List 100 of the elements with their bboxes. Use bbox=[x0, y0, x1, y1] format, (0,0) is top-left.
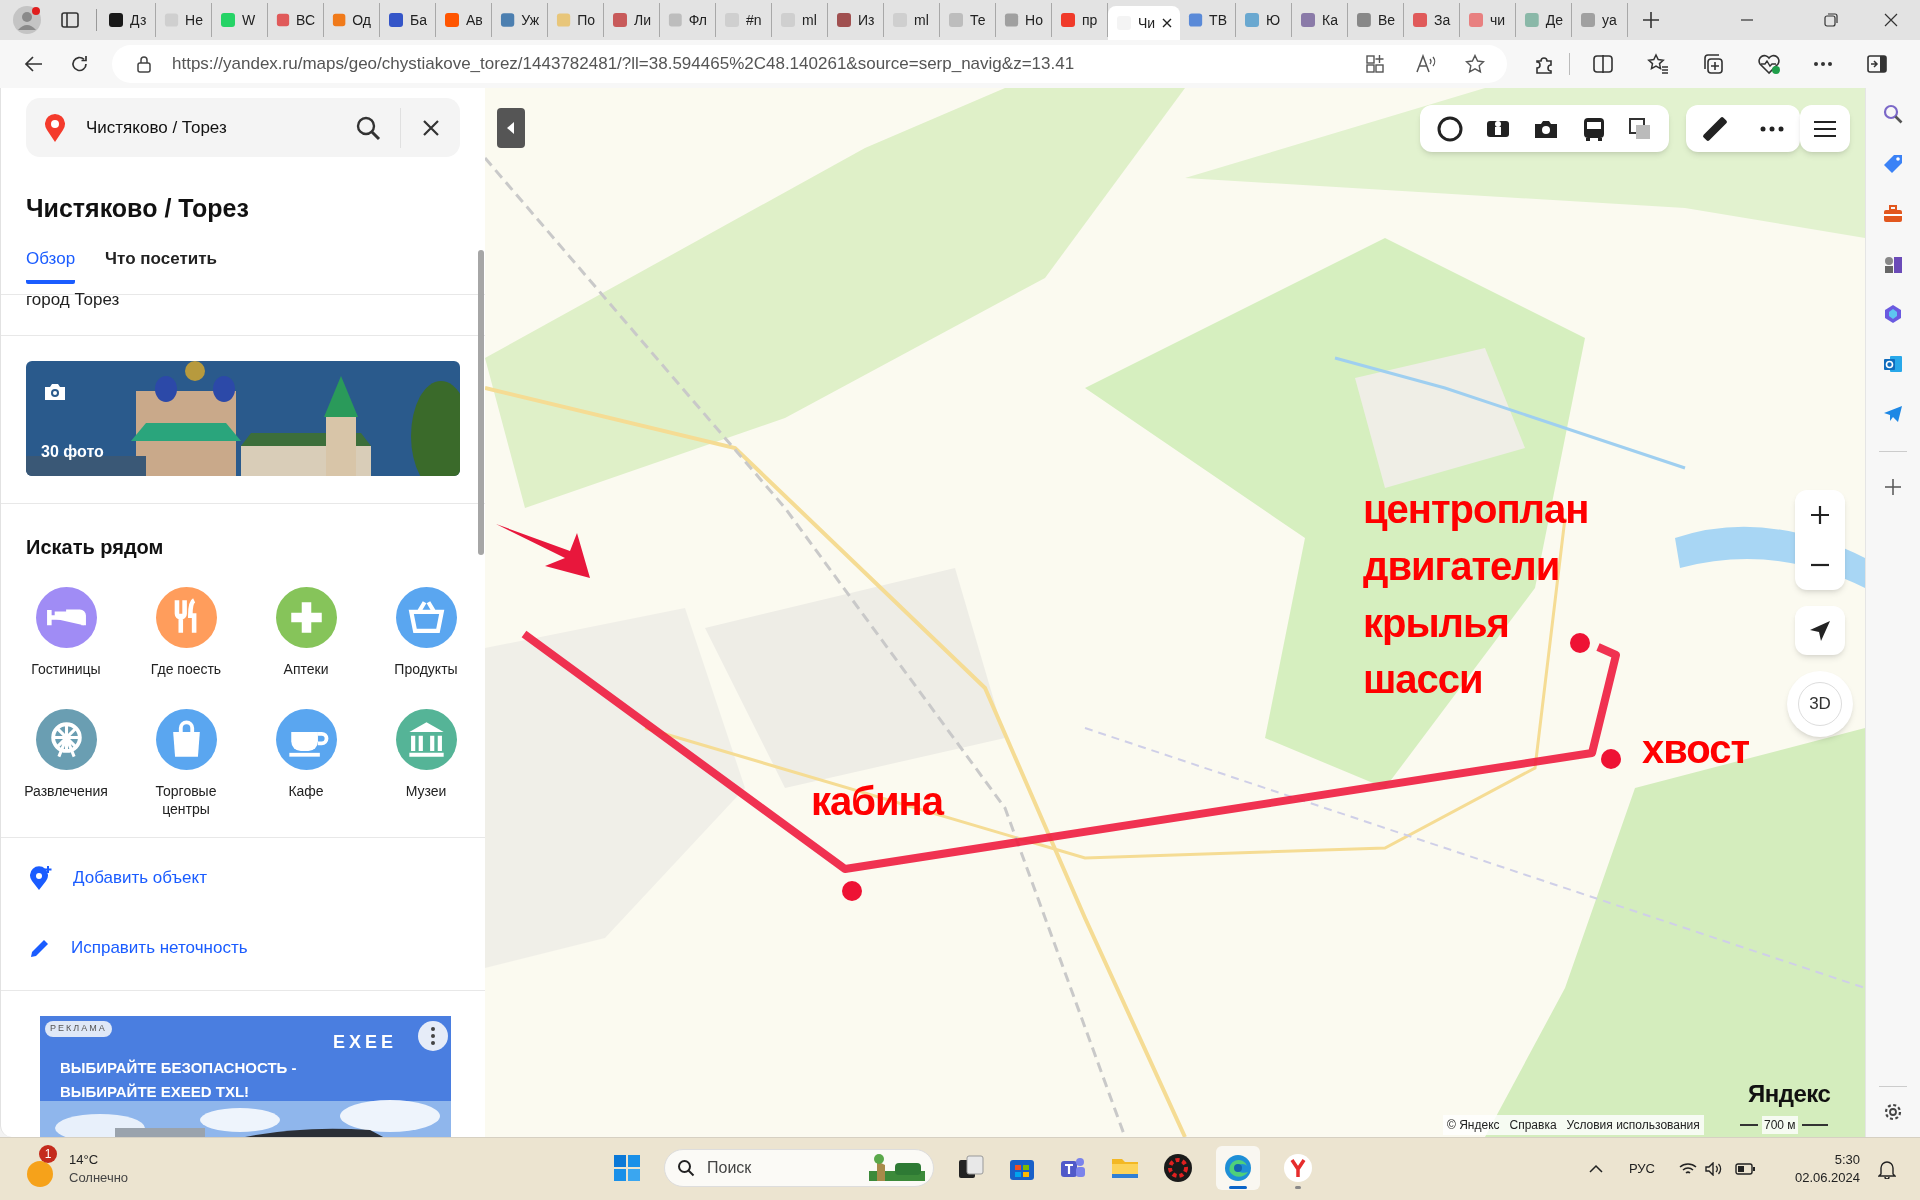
browser-tab[interactable]: Ка bbox=[1292, 3, 1348, 37]
ferris-wheel-icon[interactable] bbox=[35, 709, 97, 770]
favorites-icon[interactable] bbox=[1647, 53, 1669, 75]
panel-tab[interactable]: Обзор bbox=[26, 246, 76, 284]
circle-layer-icon[interactable] bbox=[1436, 114, 1465, 143]
layers-icon[interactable] bbox=[1626, 115, 1653, 142]
action-link[interactable]: Добавить объект bbox=[73, 865, 207, 891]
browser-tab[interactable]: За bbox=[1404, 3, 1460, 37]
browser-tab[interactable]: ml bbox=[772, 3, 828, 37]
sidebar-toggle-icon[interactable] bbox=[1867, 55, 1887, 73]
browser-tab[interactable]: Ли bbox=[604, 3, 660, 37]
close-tab-icon[interactable] bbox=[1162, 18, 1172, 28]
battery-icon[interactable] bbox=[1734, 1163, 1755, 1175]
add-icon[interactable] bbox=[1884, 478, 1902, 496]
clock[interactable]: 5:30 02.06.2024 bbox=[1794, 1151, 1860, 1187]
more-icon[interactable] bbox=[1813, 61, 1833, 67]
category-label[interactable]: Музеи bbox=[371, 782, 481, 800]
profile-avatar-icon[interactable] bbox=[13, 6, 41, 34]
browser-tab[interactable]: пр bbox=[1052, 3, 1108, 37]
search-field[interactable]: Чистяково / Торез bbox=[26, 98, 460, 157]
browser-tab[interactable]: ТВ bbox=[1180, 3, 1236, 37]
menu-button[interactable] bbox=[1800, 105, 1850, 152]
panel-tab[interactable]: Что посетить bbox=[105, 246, 217, 284]
basket-icon[interactable] bbox=[395, 587, 457, 648]
notifications-bell-icon[interactable] bbox=[1878, 1159, 1896, 1179]
tag-icon[interactable] bbox=[1882, 153, 1904, 175]
taskbar-search-field[interactable]: Поиск bbox=[664, 1149, 934, 1187]
collapse-panel-button[interactable] bbox=[497, 108, 525, 148]
new-tab-icon[interactable] bbox=[1642, 11, 1660, 29]
browser-tab[interactable]: Чи bbox=[1108, 6, 1180, 40]
category-label[interactable]: Гостиницы bbox=[11, 660, 121, 678]
browser-tab[interactable]: Ве bbox=[1348, 3, 1404, 37]
more-icon[interactable] bbox=[1760, 125, 1784, 132]
search-icon[interactable] bbox=[1882, 103, 1904, 125]
category-label[interactable]: Развлечения bbox=[11, 782, 121, 800]
tab-actions-icon[interactable] bbox=[60, 10, 80, 30]
category-label[interactable]: Аптеки bbox=[251, 660, 361, 678]
zoom-in-icon[interactable] bbox=[1810, 505, 1830, 525]
outlook-icon[interactable] bbox=[1882, 353, 1904, 375]
reload-icon[interactable] bbox=[70, 54, 90, 74]
footer-link[interactable]: Справка bbox=[1509, 1116, 1557, 1134]
category-label[interactable]: Продукты bbox=[371, 660, 481, 678]
browser-tab[interactable]: Те bbox=[940, 3, 996, 37]
browser-tab[interactable]: Ав bbox=[436, 3, 492, 37]
browser-tab[interactable]: #n bbox=[716, 3, 772, 37]
split-screen-icon[interactable] bbox=[1592, 54, 1614, 74]
read-aloud-icon[interactable] bbox=[1415, 54, 1437, 74]
browser-tab[interactable]: По bbox=[548, 3, 604, 37]
search-icon[interactable] bbox=[355, 114, 381, 141]
category-label[interactable]: Торговые центры bbox=[131, 782, 241, 818]
category-label[interactable]: Кафе bbox=[251, 782, 361, 800]
gear-app-icon[interactable] bbox=[1163, 1153, 1193, 1183]
shopping-bag-icon[interactable] bbox=[155, 709, 217, 770]
browser-tab[interactable]: Ю bbox=[1236, 3, 1292, 37]
temperature-text[interactable]: 14°C bbox=[69, 1151, 129, 1169]
cup-icon[interactable] bbox=[275, 709, 337, 770]
ad-text: ВЫБИРАЙТЕ БЕЗОПАСНОСТЬ - bbox=[60, 1058, 297, 1078]
footer-link[interactable]: © Яндекс bbox=[1447, 1116, 1500, 1134]
scrollbar-thumb[interactable] bbox=[478, 250, 484, 555]
back-icon[interactable] bbox=[24, 54, 44, 74]
show-hidden-icons-icon[interactable] bbox=[1588, 1164, 1603, 1174]
bed-icon[interactable] bbox=[35, 587, 97, 648]
browser-tab[interactable]: ml bbox=[884, 3, 940, 37]
edge-taskbar-button[interactable] bbox=[1216, 1146, 1260, 1190]
footer-link[interactable]: Условия использования bbox=[1566, 1116, 1700, 1134]
volume-icon[interactable] bbox=[1704, 1162, 1723, 1176]
close-icon[interactable] bbox=[1884, 13, 1898, 27]
browser-tab[interactable]: Но bbox=[996, 3, 1052, 37]
restore-icon[interactable] bbox=[1824, 13, 1838, 27]
browser-tab[interactable]: Дз bbox=[100, 3, 156, 37]
toolbox-icon[interactable] bbox=[1882, 203, 1904, 225]
collections-icon[interactable] bbox=[1702, 53, 1724, 75]
browser-tab[interactable]: Уж bbox=[492, 3, 548, 37]
browser-tab[interactable]: ya bbox=[1572, 3, 1628, 37]
windows-start-icon[interactable] bbox=[613, 1154, 641, 1182]
health-heart-icon[interactable] bbox=[1757, 53, 1781, 75]
browser-tab[interactable]: Од bbox=[324, 3, 380, 37]
copilot-icon[interactable] bbox=[1882, 303, 1904, 325]
browser-tab[interactable]: Из bbox=[828, 3, 884, 37]
browser-tab[interactable]: чи bbox=[1460, 3, 1516, 37]
category-label[interactable]: Где поесть bbox=[131, 660, 241, 678]
settings-icon[interactable] bbox=[1882, 1101, 1904, 1123]
locate-button[interactable] bbox=[1795, 606, 1845, 655]
browser-tab[interactable]: Не bbox=[156, 3, 212, 37]
app-grid-icon[interactable] bbox=[1365, 54, 1385, 74]
browser-tab[interactable]: W bbox=[212, 3, 268, 37]
browser-tab[interactable]: Ба bbox=[380, 3, 436, 37]
browser-tab[interactable]: Де bbox=[1516, 3, 1572, 37]
ad-menu-icon[interactable] bbox=[418, 1021, 448, 1051]
address-bar[interactable]: https://yandex.ru/maps/geo/chystiakove_torez/1443782481/?ll=38.594465%2C48.140261&source=serp_navig&z=13.41 bbox=[112, 45, 1507, 83]
page-icon bbox=[836, 12, 852, 28]
close-icon[interactable] bbox=[422, 118, 440, 137]
browser-tab[interactable]: Фл bbox=[660, 3, 716, 37]
y-logo-icon[interactable] bbox=[1283, 1153, 1313, 1183]
browser-tab[interactable]: ВС bbox=[268, 3, 324, 37]
language-indicator[interactable]: РУС bbox=[1628, 1159, 1655, 1179]
wifi-icon[interactable] bbox=[1678, 1162, 1697, 1176]
action-link[interactable]: Исправить неточность bbox=[71, 935, 248, 961]
weather-text[interactable]: Солнечно bbox=[69, 1169, 129, 1187]
favorite-star-icon[interactable] bbox=[1465, 54, 1485, 74]
